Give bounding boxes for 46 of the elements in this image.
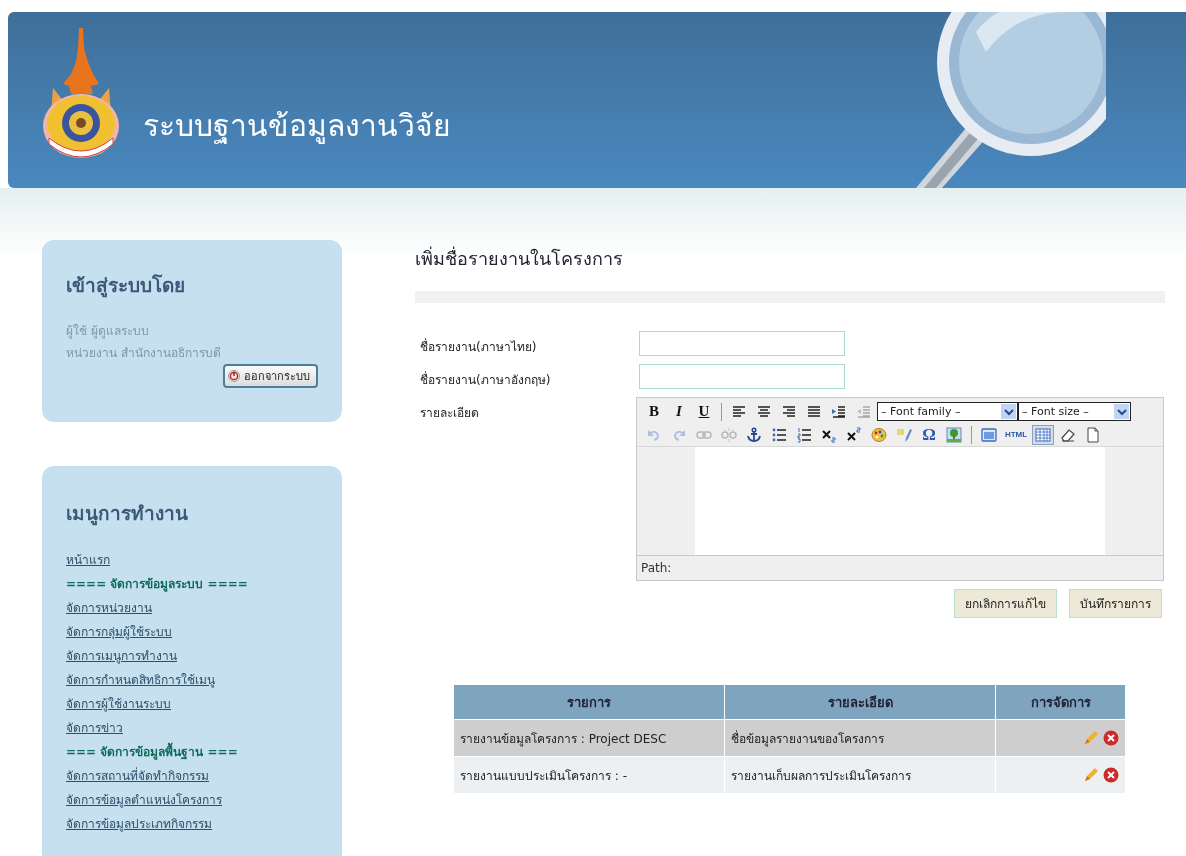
save-button[interactable]: บันทึกรายการ <box>1069 589 1162 618</box>
underline-button[interactable]: U <box>693 401 715 422</box>
site-title: ระบบฐานข้อมูลงานวิจัย <box>143 107 451 146</box>
bold-button[interactable]: B <box>643 401 665 422</box>
special-character-button[interactable]: Ω <box>918 424 940 445</box>
column-header: การจัดการ <box>996 685 1125 719</box>
column-header: รายละเอียด <box>725 685 995 719</box>
delete-icon[interactable] <box>1103 730 1119 746</box>
panel-heading: เข้าสู่ระบบโดย <box>66 273 186 300</box>
menu-link[interactable]: หน้าแรก <box>66 553 110 567</box>
font-dropdown[interactable]: – Font family – <box>877 402 1018 421</box>
menu-link[interactable]: จัดการผู้ใช้งานระบบ <box>66 697 171 711</box>
menu-section-heading: ==== จัดการข้อมูลระบบ ==== <box>66 576 248 594</box>
menu-link[interactable]: จัดการหน่วยงาน <box>66 601 152 615</box>
table-cell: รายงานข้อมูลโครงการ : Project DESC <box>454 720 724 756</box>
field-label: ชื่อรายงาน(ภาษาไทย) <box>420 337 538 356</box>
menu-link[interactable]: จัดการเมนูการทำงาน <box>66 649 177 663</box>
power-icon <box>228 370 240 382</box>
cancel-button[interactable]: ยกเลิกการแก้ไข <box>954 589 1057 618</box>
pencil-icon[interactable] <box>1083 767 1099 783</box>
font-dropdown[interactable]: – Font size – <box>1018 402 1131 421</box>
field-label: รายละเอียด <box>420 405 480 422</box>
table-cell: รายงานเก็บผลการประเมินโครงการ <box>725 757 995 793</box>
page-title: เพิ่มชื่อรายงานในโครงการ <box>415 245 624 271</box>
italic-button[interactable]: I <box>668 401 690 422</box>
field-label: ชื่อรายงาน(ภาษาอังกฤษ) <box>420 370 552 389</box>
panel-heading: เมนูการทำงาน <box>66 501 189 528</box>
menu-section-heading: === จัดการข้อมูลพื้นฐาน === <box>66 740 238 764</box>
menu-link[interactable]: จัดการสถานที่จัดทำกิจกรรม <box>66 769 209 783</box>
table-cell: ชื่อข้อมูลรายงานของโครงการ <box>725 720 995 756</box>
table-cell: รายงานแบบประเมินโครงการ : - <box>454 757 724 793</box>
path-label: Path: <box>641 561 672 575</box>
menu-link[interactable]: จัดการข้อมูลประเภทกิจกรรม <box>66 817 212 831</box>
user-info-text: ผู้ใช้ ผู้ดูแลระบบ <box>66 323 150 341</box>
html-source-button[interactable]: HTML <box>1003 424 1029 445</box>
delete-icon[interactable] <box>1103 767 1119 783</box>
user-info-text: หน่วยงาน สำนักงานอธิการบดี <box>66 345 222 362</box>
image-icon[interactable] <box>943 424 965 445</box>
input-field[interactable] <box>639 331 845 356</box>
menu-link[interactable]: จัดการข้อมูลตำแหน่งโครงการ <box>66 793 222 807</box>
menu-link[interactable]: จัดการกลุ่มผู้ใช้ระบบ <box>66 625 172 639</box>
logout-button[interactable]: ออกจากระบบ <box>223 364 318 388</box>
column-header: รายการ <box>454 685 724 719</box>
menu-link[interactable]: จัดการข่าว <box>66 721 123 735</box>
menu-link[interactable]: จัดการกำหนดสิทธิการใช้เมนู <box>66 673 215 687</box>
input-field[interactable] <box>639 364 845 389</box>
